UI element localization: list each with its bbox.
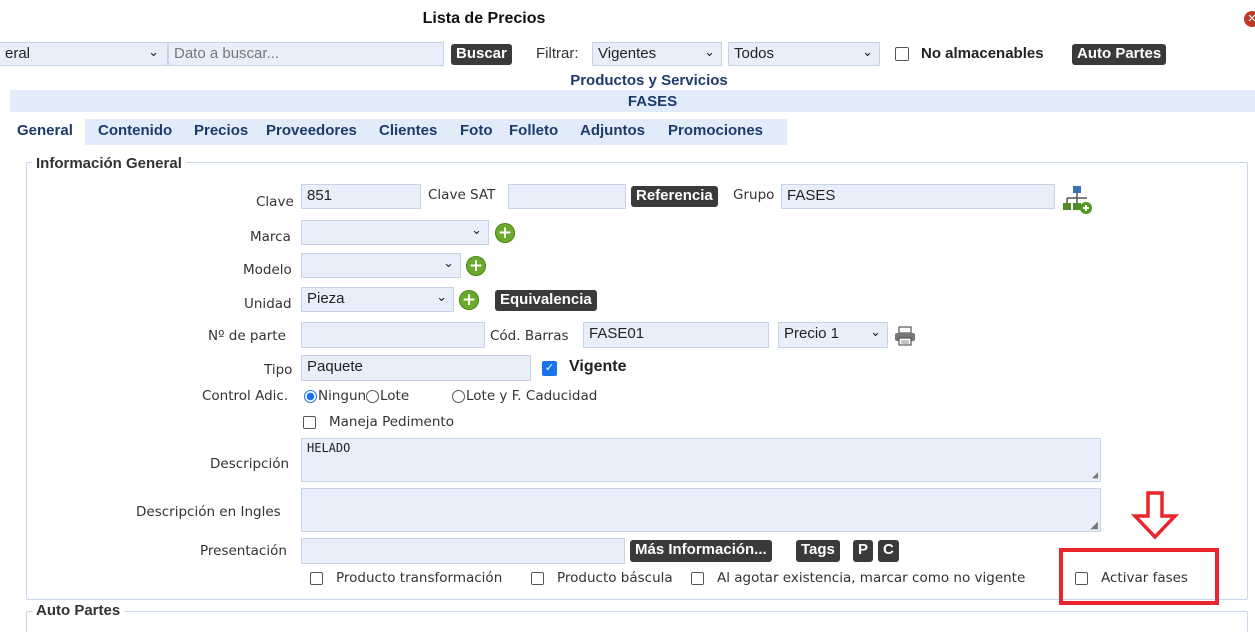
grupo-label: Grupo [733,187,775,203]
transformacion-checkbox[interactable] [310,572,323,585]
category-select[interactable]: eral ⌄ [0,42,168,66]
search-input[interactable]: Dato a buscar... [168,42,444,66]
clave-label: Clave [256,194,294,210]
general-legend: Información General [32,155,186,172]
chevron-down-icon: ⌄ [704,44,715,59]
descripcion-textarea[interactable]: HELADO ◢ [301,438,1101,482]
control-radio-lote-caducidad[interactable] [452,390,465,403]
chevron-down-icon: ⌄ [443,255,454,270]
transformacion-label: Producto transformación [336,570,503,586]
filter-status-value: Vigentes [598,45,657,62]
descripcion-value: HELADO [307,441,351,455]
control-radio-ninguno[interactable] [304,390,317,403]
bascula-label: Producto báscula [557,570,673,586]
group-tree-add-icon[interactable] [1063,185,1093,215]
descripcion-label: Descripción [210,456,290,472]
close-icon[interactable]: ✕ [1244,11,1255,27]
section-title: Productos y Servicios [570,72,728,89]
tipo-input[interactable]: Paquete [301,355,531,381]
control-label: Control Adic. [202,388,289,404]
resize-handle-icon[interactable]: ◢ [1092,470,1098,481]
clave-sat-label: Clave SAT [428,187,496,203]
modelo-select[interactable]: ⌄ [301,253,461,278]
chevron-down-icon: ⌄ [862,44,873,59]
tags-button[interactable]: Tags [796,540,840,562]
tab-contenido[interactable]: Contenido [98,122,172,139]
tipo-label: Tipo [264,362,293,378]
tab-foto[interactable]: Foto [460,122,492,139]
autopartes-fieldset [26,611,1248,632]
filter-label: Filtrar: [536,45,579,62]
no-stock-checkbox[interactable] [895,47,909,61]
tab-bar: General Contenido Precios Proveedores Cl… [10,117,1255,145]
add-modelo-icon[interactable]: + [466,256,486,276]
tab-folleto[interactable]: Folleto [509,122,558,139]
tab-adjuntos[interactable]: Adjuntos [580,122,645,139]
presentacion-input[interactable] [301,538,625,564]
agotar-checkbox[interactable] [691,572,704,585]
descripcion-en-textarea[interactable]: ◢ [301,488,1101,532]
chevron-down-icon: ⌄ [436,289,447,304]
pedimento-label: Maneja Pedimento [329,414,454,430]
tab-promociones[interactable]: Promociones [668,122,763,139]
modelo-label: Modelo [243,262,292,278]
precio-value: Precio 1 [784,325,840,342]
clave-sat-input[interactable] [508,184,626,209]
marca-label: Marca [250,229,291,245]
marca-select[interactable]: ⌄ [301,220,489,245]
autopartes-legend: Auto Partes [32,602,125,619]
vigente-checkbox[interactable]: ✓ [542,361,557,376]
c-button[interactable]: C [878,540,899,562]
parte-input[interactable] [301,322,485,348]
chevron-down-icon: ⌄ [148,44,159,59]
parte-label: Nº de parte [208,328,286,344]
mas-informacion-button[interactable]: Más Información... [630,540,772,562]
unidad-value: Pieza [307,290,345,307]
no-stock-label: No almacenables [921,45,1044,62]
grupo-input[interactable]: FASES [781,184,1055,209]
chevron-down-icon: ⌄ [870,324,881,339]
barras-input[interactable]: FASE01 [583,322,769,348]
add-marca-icon[interactable]: + [495,223,515,243]
search-placeholder: Dato a buscar... [174,45,280,62]
tab-precios[interactable]: Precios [194,122,248,139]
tab-proveedores[interactable]: Proveedores [266,122,357,139]
equivalencia-button[interactable]: Equivalencia [495,290,597,311]
unidad-select[interactable]: Pieza ⌄ [301,287,454,312]
pedimento-checkbox[interactable] [303,416,316,429]
precio-select[interactable]: Precio 1 ⌄ [778,322,888,348]
tab-clientes[interactable]: Clientes [379,122,437,139]
vigente-label: Vigente [569,358,627,375]
filter-status-select[interactable]: Vigentes ⌄ [592,42,722,66]
tab-general[interactable]: General [17,122,73,139]
unidad-label: Unidad [244,296,292,312]
highlight-box [1059,548,1219,605]
clave-input[interactable]: 851 [301,184,421,209]
printer-icon[interactable] [894,326,916,346]
chevron-down-icon: ⌄ [471,222,482,237]
bascula-checkbox[interactable] [531,572,544,585]
resize-handle-icon[interactable]: ◢ [1090,520,1098,531]
control-radio-lote[interactable] [366,390,379,403]
down-arrow-icon [1130,490,1181,540]
control-option-lote: Lote [380,388,410,404]
p-button[interactable]: P [853,540,874,562]
presentacion-label: Presentación [200,543,287,559]
window-title: Lista de Precios [422,10,546,27]
search-button[interactable]: Buscar [451,44,512,65]
general-fieldset [26,162,1248,600]
descripcion-en-label: Descripción en Ingles [136,504,281,520]
referencia-button[interactable]: Referencia [631,186,718,207]
control-option-lote-caducidad: Lote y F. Caducidad [466,388,598,404]
agotar-label: Al agotar existencia, marcar como no vig… [717,570,1026,586]
filter-scope-value: Todos [734,45,775,62]
barras-label: Cód. Barras [490,328,569,344]
product-title: FASES [627,93,678,110]
filter-scope-select[interactable]: Todos ⌄ [728,42,880,66]
autoparts-button[interactable]: Auto Partes [1072,44,1167,65]
category-select-value: eral [5,45,31,62]
add-unidad-icon[interactable]: + [459,290,479,310]
